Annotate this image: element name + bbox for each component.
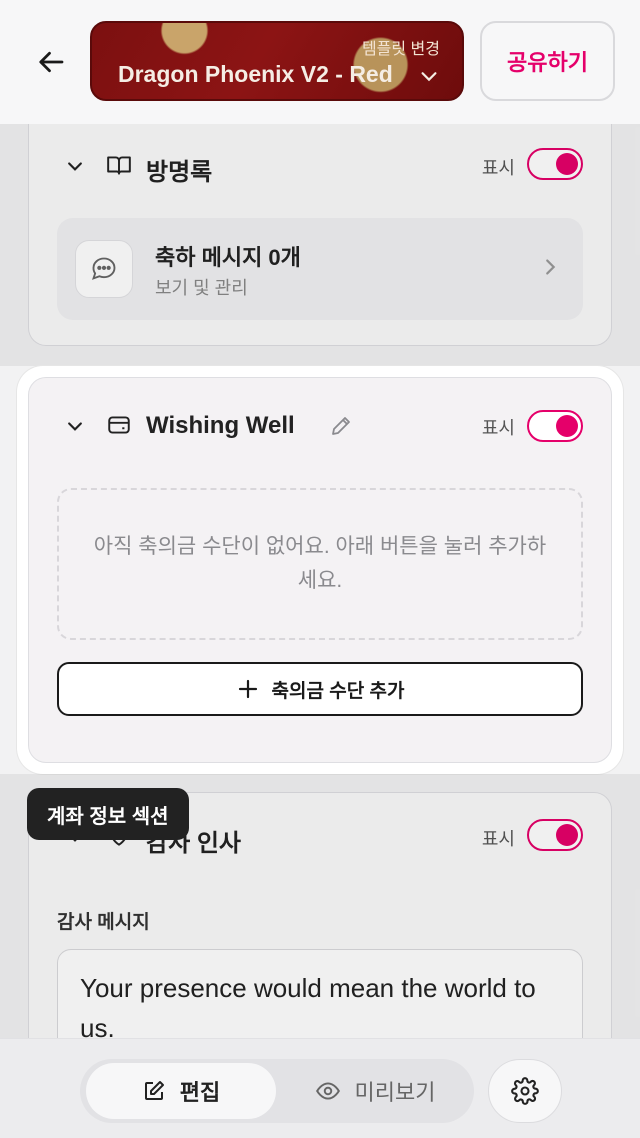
- section-title[interactable]: Wishing Well: [146, 412, 295, 440]
- show-label: 표시: [481, 418, 515, 438]
- share-button[interactable]: 공유하기: [480, 21, 615, 101]
- chat-bubble-icon: [75, 240, 133, 298]
- wishing-well-visible-toggle[interactable]: [527, 410, 583, 442]
- gear-icon: [511, 1077, 539, 1105]
- guestbook-section: 방명록 표시 축하 메시지 0개 보기 및 관리: [28, 124, 612, 346]
- back-button[interactable]: [32, 42, 72, 82]
- edit-tab-label: 편집: [179, 1080, 221, 1105]
- wallet-icon: [108, 416, 130, 434]
- settings-button[interactable]: [488, 1059, 562, 1123]
- section-title: 방명록: [146, 159, 213, 186]
- thanks-message-input[interactable]: Your presence would mean the world to us…: [57, 949, 583, 1038]
- edit-icon: [144, 1081, 164, 1100]
- guestbook-count: 축하 메시지 0개: [155, 245, 301, 270]
- edit-tab[interactable]: 편집: [86, 1063, 276, 1119]
- mode-switch: 편집 미리보기: [80, 1059, 474, 1123]
- arrow-left-icon: [39, 51, 64, 73]
- template-name: Dragon Phoenix V2 - Red: [118, 61, 393, 87]
- thanks-message-label: 감사 메시지: [57, 912, 150, 933]
- chevron-down-icon[interactable]: [65, 416, 85, 436]
- guestbook-manage-label: 보기 및 관리: [155, 278, 248, 298]
- section-tooltip: 계좌 정보 섹션: [27, 788, 189, 840]
- editor-content: 방명록 표시 축하 메시지 0개 보기 및 관리 Wishing Well 표시…: [0, 124, 640, 1038]
- book-icon: [107, 156, 131, 175]
- add-gift-method-button[interactable]: 축의금 수단 추가: [57, 662, 583, 716]
- plus-icon: [238, 679, 257, 699]
- guestbook-visible-toggle[interactable]: [527, 148, 583, 180]
- top-bar: 템플릿 변경 Dragon Phoenix V2 - Red 공유하기: [0, 0, 640, 124]
- guestbook-messages-row[interactable]: 축하 메시지 0개 보기 및 관리: [57, 218, 583, 320]
- bottom-bar: 편집 미리보기: [0, 1038, 640, 1138]
- preview-tab-label: 미리보기: [354, 1080, 436, 1105]
- template-selector[interactable]: 템플릿 변경 Dragon Phoenix V2 - Red: [90, 21, 464, 101]
- chevron-down-icon: [421, 72, 437, 82]
- focus-highlight: Wishing Well 표시 아직 축의금 수단이 없어요. 아래 버튼을 눌…: [17, 366, 623, 774]
- pencil-icon[interactable]: [329, 414, 353, 438]
- wishing-well-section: Wishing Well 표시 아직 축의금 수단이 없어요. 아래 버튼을 눌…: [28, 377, 612, 763]
- add-gift-method-label: 축의금 수단 추가: [271, 680, 405, 702]
- thanks-visible-toggle[interactable]: [527, 819, 583, 851]
- empty-state: 아직 축의금 수단이 없어요. 아래 버튼을 눌러 추가하세요.: [57, 488, 583, 640]
- eye-icon: [315, 1082, 340, 1100]
- show-label: 표시: [481, 829, 515, 849]
- preview-tab[interactable]: 미리보기: [280, 1063, 470, 1119]
- chevron-down-icon[interactable]: [65, 156, 85, 176]
- chevron-right-icon: [546, 259, 556, 275]
- show-label: 표시: [481, 158, 515, 178]
- template-change-label: 템플릿 변경: [361, 41, 440, 58]
